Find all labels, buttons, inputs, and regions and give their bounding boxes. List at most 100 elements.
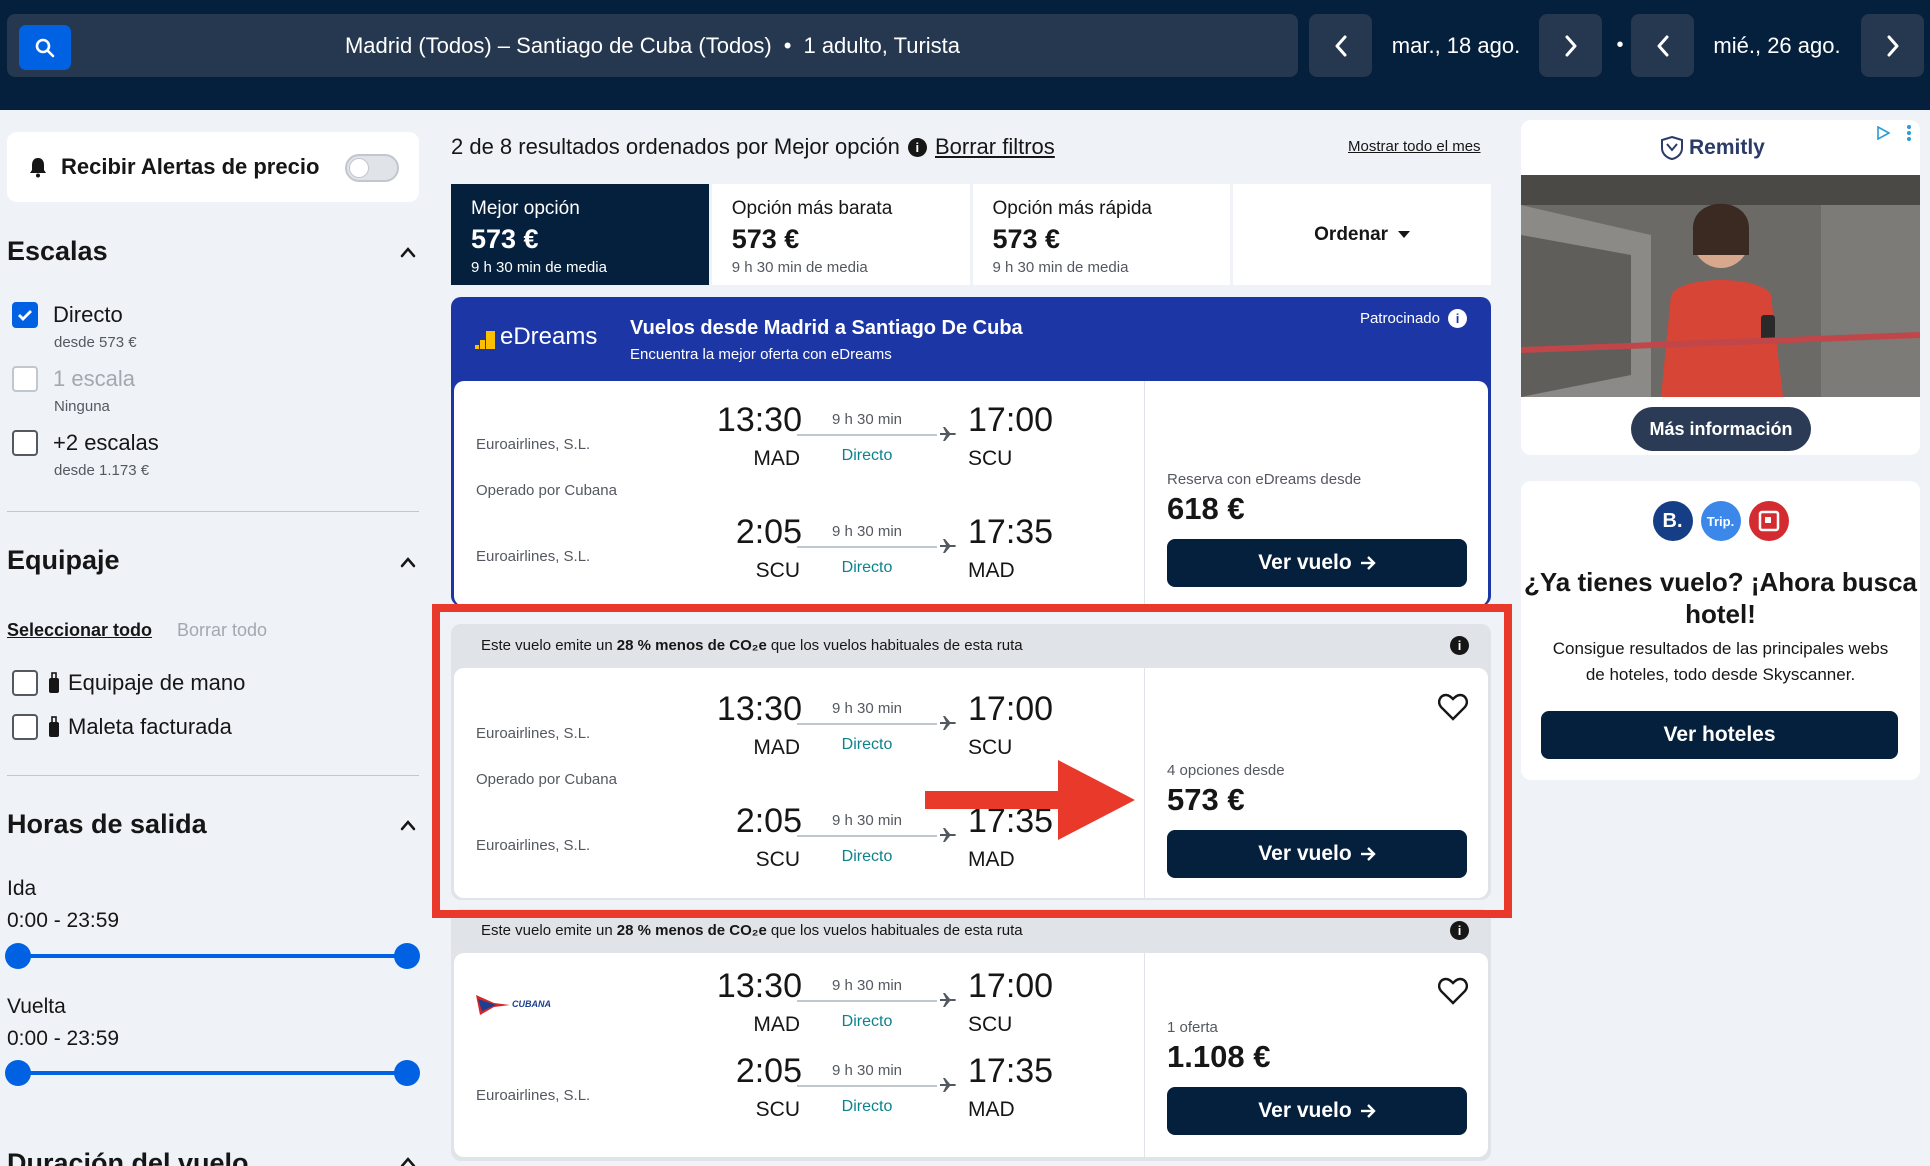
price-alert-toggle[interactable] [345,154,399,182]
checkbox-two-stops[interactable] [12,430,38,456]
airline-name: Euroairlines, S.L. [476,436,591,453]
baggage-checked-label: Maleta facturada [68,714,232,739]
checkbox-carryon[interactable] [12,670,38,696]
outbound-slider-track[interactable] [18,954,407,958]
dep-time: 13:30 [716,401,802,439]
sort-label: Ordenar [1314,223,1389,245]
price-column: Reserva con eDreams desde 618 € Ver vuel… [1144,381,1488,606]
arr-code: MAD [968,1098,1015,1121]
chevron-up-icon[interactable] [400,556,416,568]
chevron-up-icon[interactable] [400,819,416,831]
return-slider-max-handle[interactable] [394,1060,420,1086]
view-flight-label: Ver vuelo [1258,551,1352,574]
check-icon [18,310,32,321]
return-slider-min-handle[interactable] [5,1060,31,1086]
search-summary[interactable]: Madrid (Todos) – Santiago de Cuba (Todos… [7,14,1298,77]
return-slider-track[interactable] [18,1071,407,1075]
clear-filters-link[interactable]: Borrar filtros [935,134,1055,160]
sort-dropdown[interactable]: Ordenar [1233,184,1491,285]
depart-date[interactable]: mar., 18 ago. [1376,14,1536,77]
dep-code: MAD [753,447,800,470]
airline-name: Euroairlines, S.L. [476,548,591,565]
outbound-slider-max-handle[interactable] [394,943,420,969]
ad-more-info-button[interactable]: Más información [1631,407,1811,451]
plane-icon [940,1078,956,1092]
legs: Euroairlines, S.L. 13:30 MAD 9 h 30 min … [454,381,1147,606]
separator: • [783,32,792,58]
heart-icon[interactable] [1438,977,1468,1005]
route-line [797,1000,937,1002]
route-line [797,546,937,548]
more-vertical-icon[interactable] [1906,124,1912,142]
info-icon[interactable]: i [907,137,927,157]
tab-best-sub: 9 h 30 min de media [471,259,607,276]
hotel-promo-text: Consigue resultados de las principales w… [1552,639,1889,685]
view-flight-button[interactable]: Ver vuelo [1167,539,1467,587]
baggage-carryon-option[interactable]: Equipaje de mano [12,670,245,696]
price: 1.108 € [1167,1039,1271,1074]
stops-label: Directo [841,447,893,464]
flight-details[interactable]: CUBANA 13:30 MAD 9 h 30 min Directo 17:0… [454,953,1488,1157]
checkbox-direct[interactable] [12,302,38,328]
arr-code: SCU [968,447,1013,470]
booking-logo: B. [1652,501,1693,541]
info-icon[interactable]: i [1450,921,1469,940]
baggage-checked-option[interactable]: Maleta facturada [12,714,232,740]
chevron-right-icon [1887,35,1898,56]
eco-bold: 28 % menos de CO₂e [616,921,767,939]
price: 618 € [1167,491,1245,526]
tab-cheapest-label: Opción más barata [731,198,893,219]
stops-two-option[interactable]: +2 escalas [12,430,159,456]
shield-icon [1661,136,1683,160]
info-icon[interactable]: i [1448,309,1467,328]
return-date[interactable]: mié., 26 ago. [1697,14,1857,77]
arr-code: SCU [968,1013,1013,1036]
annotation-arrow-icon [925,760,1135,840]
remitly-ad[interactable]: Remitly Más información [1521,120,1920,455]
search-button[interactable] [19,25,71,70]
sponsored-tag[interactable]: Patrocinado i [1360,309,1467,328]
stops-one-sub: Ninguna [54,398,110,415]
show-month-link[interactable]: Mostrar todo el mes [1348,138,1481,155]
bell-icon [30,158,46,178]
return-label: Vuelta [7,995,66,1018]
remitly-logo: Remitly [1661,136,1765,160]
airline-name: Euroairlines, S.L. [476,1087,591,1104]
return-leg: Euroairlines, S.L. 2:05 SCU 9 h 30 min D… [454,513,1147,603]
arr-time: 17:35 [968,1052,1054,1090]
tab-cheapest-price: 573 € [731,224,800,254]
sponsored-flight[interactable]: Euroairlines, S.L. 13:30 MAD 9 h 30 min … [454,381,1488,606]
arrow-right-icon [1360,556,1376,570]
caret-down-icon [1398,230,1411,238]
stops-label: Directo [841,1098,893,1115]
baggage-select-all[interactable]: Seleccionar todo [7,620,152,641]
chevron-up-icon[interactable] [400,1156,416,1166]
stops-direct-option[interactable]: Directo [12,302,123,328]
outbound-label: Ida [7,877,37,900]
checkbox-checked-bag[interactable] [12,714,38,740]
stops-label: Directo [841,559,893,576]
view-hotels-button[interactable]: Ver hoteles [1541,711,1898,759]
results-summary: 2 de 8 resultados ordenados por Mejor op… [451,134,927,160]
stops-label: Directo [841,1013,893,1030]
search-icon [35,38,55,57]
baggage-clear-all[interactable]: Borrar todo [177,620,267,641]
flight-card: Este vuelo emite un 28 % menos de CO₂e q… [451,909,1491,1161]
view-flight-button[interactable]: Ver vuelo [1167,1087,1467,1135]
depart-next-button[interactable] [1539,14,1602,77]
hotel-brand-icon [1758,510,1779,532]
depart-prev-button[interactable] [1309,14,1372,77]
tab-fastest[interactable]: Opción más rápida 573 € 9 h 30 min de me… [972,184,1231,285]
tab-best[interactable]: Mejor opción 573 € 9 h 30 min de media [451,184,709,285]
top-bar: Madrid (Todos) – Santiago de Cuba (Todos… [0,0,1930,110]
return-prev-button[interactable] [1631,14,1694,77]
tab-cheapest[interactable]: Opción más barata 573 € 9 h 30 min de me… [711,184,970,285]
return-next-button[interactable] [1861,14,1924,77]
ad-choices-icon[interactable] [1876,126,1890,140]
arr-time: 17:00 [968,967,1054,1005]
tab-cheapest-sub: 9 h 30 min de media [731,259,868,276]
outbound-slider-min-handle[interactable] [5,943,31,969]
chevron-up-icon[interactable] [400,246,416,258]
baggage-carryon-label: Equipaje de mano [68,670,246,695]
edreams-logo: eDreams [475,323,597,351]
